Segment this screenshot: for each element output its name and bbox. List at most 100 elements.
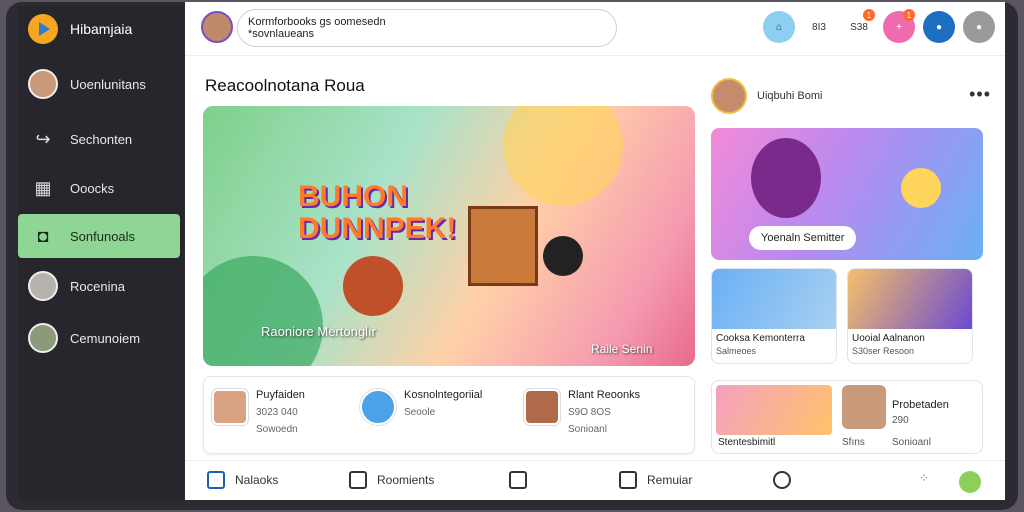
wide-image [716, 385, 832, 435]
mini-meta: Seoole [404, 407, 436, 418]
app-logo-icon [28, 14, 58, 44]
document-icon [509, 471, 527, 489]
top-bar: Kormforbooks gs oomesedn *sovnlaueans ⌂ … [185, 2, 1005, 56]
home-icon [207, 471, 225, 489]
count-label: S38 [850, 21, 868, 33]
search-input[interactable]: Kormforbooks gs oomesedn *sovnlaueans [237, 9, 617, 47]
wide-foot: Sfıns [842, 437, 865, 448]
thumb-title: Uooial Aalnanon [852, 333, 925, 344]
thumb-card[interactable]: Cooksa Kemonterra Salmeoes [711, 268, 837, 364]
mini-card[interactable]: Kosnolntegoriial Seoole [360, 389, 482, 425]
app-name: Hibamjaia [70, 21, 133, 37]
sidebar-item-label: Rocenina [70, 278, 125, 294]
crate-graphic [468, 206, 538, 286]
avatar [28, 323, 58, 353]
tab-mascot[interactable] [959, 471, 981, 493]
mini-meta: 3023 040 [256, 407, 298, 418]
globe-icon [360, 389, 396, 425]
thumb-image [848, 269, 972, 329]
tab-roomients[interactable]: Roomients [349, 471, 434, 489]
hero-caption-left: Raoniore Mertonglır [261, 324, 376, 339]
mini-sub: Sowoedn [256, 424, 298, 435]
tab-remuiar[interactable]: Remuiar [619, 471, 692, 489]
wide-sub2: 290 [892, 415, 909, 426]
decor [503, 106, 623, 206]
window-icon [349, 471, 367, 489]
search-text: Kormforbooks gs oomesedn *sovnlaueans [248, 16, 386, 40]
sidebar-item-label: Ooocks [70, 180, 115, 196]
feature-label: Yoenaln Semitter [749, 226, 857, 250]
grid-icon: ⁘ [919, 471, 930, 485]
decor [901, 168, 941, 208]
hero-title: BUHON DUNNPEK! [298, 181, 456, 245]
sidebar-item-label: Uoenlunitans [70, 76, 146, 92]
mini-title: Rlant Reoonks [568, 389, 641, 401]
decor [751, 138, 821, 218]
sidebar-item-uoenlunitans[interactable]: Uoenlunitans [18, 62, 180, 106]
more-icon[interactable]: ••• [969, 84, 991, 105]
bell-icon[interactable]: 8I3 [803, 11, 835, 43]
tab-grid[interactable]: ⁘ [919, 471, 929, 485]
mini-meta: S9O 8OS [568, 407, 611, 418]
count-label: 8I3 [812, 21, 826, 33]
wide-title: Stentesbimitl [718, 437, 776, 448]
avatar[interactable] [201, 11, 233, 43]
thumb-title: Cooksa Kemonterra [716, 333, 805, 344]
thumb-sub: Salmeoes [716, 346, 757, 356]
decor [203, 256, 323, 366]
mini-title: Kosnolntegoriial [404, 389, 483, 401]
sidebar-item-sechonten[interactable]: ↪ Sechonten [18, 117, 180, 161]
profile-header[interactable]: Uiqbuhi Bomi [711, 78, 822, 114]
decor [543, 236, 583, 276]
avatar [212, 389, 248, 425]
sidebar: Hibamjaia Uoenlunitans ↪ Sechonten ▦ Ooo… [18, 6, 184, 500]
main-panel: Kormforbooks gs oomesedn *sovnlaueans ⌂ … [185, 2, 1005, 500]
tab-label: Roomients [377, 473, 435, 487]
mini-card[interactable]: Rlant Reoonks S9O 8OS Sonioanl [524, 389, 640, 435]
mini-cards: Puyfaiden 3023 040 Sowoedn Kosnolntegori… [203, 376, 695, 454]
plus-icon[interactable]: +1 [883, 9, 915, 43]
home-icon[interactable]: ⌂ [763, 11, 795, 43]
tab-label: Nalaoks [235, 473, 279, 487]
settings-icon[interactable]: ● [963, 11, 995, 43]
avatar [842, 385, 886, 429]
hero-caption-right: Raile Senin [591, 342, 653, 356]
tab-label: Remuiar [647, 473, 693, 487]
avatar [28, 69, 58, 99]
info-icon: ◘ [37, 225, 49, 246]
folder-icon [619, 471, 637, 489]
grid-icon: ▦ [34, 177, 52, 198]
mini-card[interactable]: Puyfaiden 3023 040 Sowoedn [212, 389, 305, 435]
sidebar-item-label: Sonfunoals [70, 228, 136, 244]
tab-nalaoks[interactable]: Nalaoks [207, 471, 278, 489]
app-header[interactable]: Hibamjaia [28, 14, 132, 44]
hero-title-line2: DUNNPEK! [298, 212, 457, 245]
avatar [711, 78, 747, 114]
avatar [524, 389, 560, 425]
bottom-bar: Nalaoks Roomients Remuiar ⁘ [185, 460, 1005, 500]
top-icons: ⌂ 8I3 S38 1 +1 ● ● [763, 9, 995, 43]
mascot-icon [959, 471, 981, 493]
sidebar-item-sonfunoals[interactable]: ◘ Sonfunoals [18, 214, 180, 258]
heart-icon [773, 471, 791, 489]
avatar [28, 271, 58, 301]
notification-badge: 1 [863, 9, 875, 21]
thumb-card[interactable]: Uooial Aalnanon S30ser Resoon [847, 268, 973, 364]
chat-icon[interactable]: S38 1 [843, 9, 875, 43]
tab-doc[interactable] [509, 471, 527, 489]
sidebar-item-rocenina[interactable]: Rocenina [18, 264, 180, 308]
hero-title-line1: BUHON [298, 180, 408, 213]
share-icon: ↪ [35, 128, 51, 149]
feature-card[interactable]: Yoenaln Semitter [711, 128, 983, 260]
tab-favorites[interactable] [773, 471, 791, 489]
user-icon[interactable]: ● [923, 11, 955, 43]
sidebar-item-ooocks[interactable]: ▦ Ooocks [18, 166, 180, 210]
mini-sub: Sonioanl [568, 424, 607, 435]
wide-title2: Probetaden [892, 399, 949, 411]
wide-card[interactable]: Stentesbimitl Probetaden 290 Sfıns Sonio… [711, 380, 983, 454]
sidebar-item-cemunoiem[interactable]: Cemunoiem [18, 316, 180, 360]
hero-banner[interactable]: BUHON DUNNPEK! Raoniore Mertonglır Raile… [203, 106, 695, 366]
wide-foot2: Sonioanl [892, 437, 931, 448]
mini-title: Puyfaiden [256, 389, 305, 401]
decor [343, 256, 403, 316]
